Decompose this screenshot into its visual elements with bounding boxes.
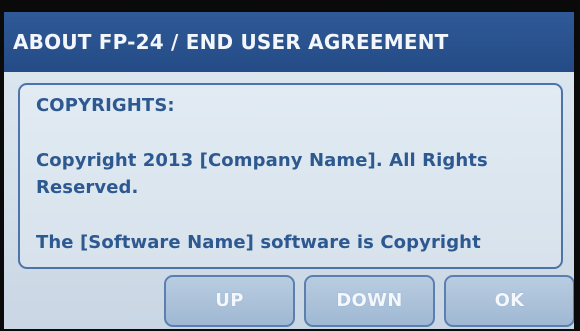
down-button[interactable]: DOWN (304, 275, 435, 327)
copyright-text-line-1: Copyright 2013 [Company Name]. All Right… (36, 150, 488, 171)
dialog-window: ABOUT FP-24 / END USER AGREEMENT COPYRIG… (4, 12, 574, 329)
dialog-title: ABOUT FP-24 / END USER AGREEMENT (4, 12, 574, 72)
ok-button[interactable]: OK (444, 275, 574, 327)
agreement-text-panel[interactable]: COPYRIGHTS: Copyright 2013 [Company Name… (18, 83, 563, 269)
up-button[interactable]: UP (164, 275, 295, 327)
section-heading: COPYRIGHTS: (36, 95, 175, 116)
copyright-text-line-2: Reserved. (36, 177, 139, 198)
device-screen: ABOUT FP-24 / END USER AGREEMENT COPYRIG… (0, 0, 580, 331)
software-copyright-text: The [Software Name] software is Copyrigh… (36, 232, 481, 253)
